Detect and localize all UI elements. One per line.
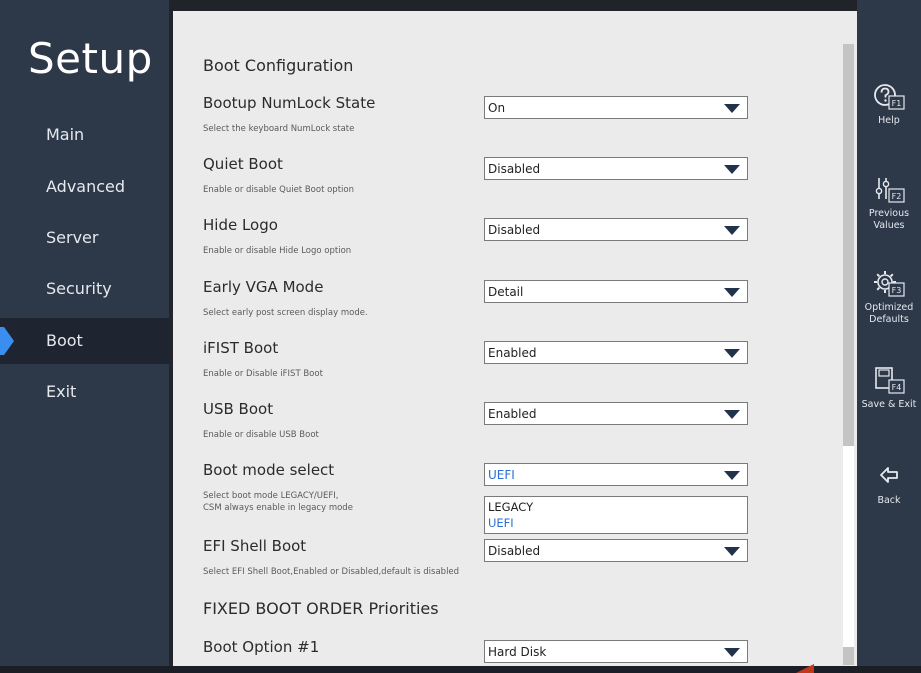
nav-item-server[interactable]: Server bbox=[0, 215, 169, 261]
dropdown-arrow-icon bbox=[724, 165, 740, 174]
help-button[interactable]: F1 Help bbox=[857, 82, 921, 127]
option-label: iFIST Boot bbox=[203, 339, 278, 357]
dropdown-arrow-icon bbox=[724, 349, 740, 358]
select-ifist-boot[interactable]: Enabled bbox=[484, 341, 748, 364]
select-value: Disabled bbox=[488, 544, 540, 558]
select-boot-option-1[interactable]: Hard Disk bbox=[484, 640, 748, 663]
option-label: Boot Option #1 bbox=[203, 638, 319, 656]
nav-item-label: Exit bbox=[46, 369, 76, 415]
optimized-defaults-button[interactable]: F3 Optimized Defaults bbox=[857, 269, 921, 326]
back-button[interactable]: Back bbox=[857, 462, 921, 507]
option-label: Quiet Boot bbox=[203, 155, 283, 173]
active-indicator-arrow bbox=[4, 327, 14, 355]
help-icon: F1 bbox=[872, 82, 906, 112]
dropdown-option-uefi[interactable]: UEFI bbox=[488, 516, 514, 530]
option-label: Early VGA Mode bbox=[203, 278, 323, 296]
back-label: Back bbox=[857, 495, 921, 507]
nav-item-security[interactable]: Security bbox=[0, 266, 169, 312]
option-description: Select EFI Shell Boot,Enabled or Disable… bbox=[203, 566, 459, 578]
option-label: Bootup NumLock State bbox=[203, 94, 375, 112]
option-description: Enable or Disable iFIST Boot bbox=[203, 368, 323, 380]
bottom-bar bbox=[0, 666, 921, 673]
dropdown-arrow-icon bbox=[724, 547, 740, 556]
svg-text:F3: F3 bbox=[892, 286, 902, 295]
select-early-vga-mode[interactable]: Detail bbox=[484, 280, 748, 303]
app-title: Setup bbox=[28, 34, 153, 83]
select-boot-mode[interactable]: UEFI bbox=[484, 463, 748, 486]
select-hide-logo[interactable]: Disabled bbox=[484, 218, 748, 241]
nav-item-label: Advanced bbox=[46, 164, 125, 210]
dropdown-arrow-icon bbox=[724, 648, 740, 657]
function-panel: F1 Help F2 Previous Values F3 Optimized … bbox=[857, 0, 921, 673]
select-value: Detail bbox=[488, 285, 523, 299]
select-value: Enabled bbox=[488, 346, 537, 360]
save-icon: F4 bbox=[872, 366, 906, 396]
help-label: Help bbox=[857, 115, 921, 127]
section-title: Boot Configuration bbox=[203, 56, 353, 75]
select-bootup-numlock[interactable]: On bbox=[484, 96, 748, 119]
option-label: EFI Shell Boot bbox=[203, 537, 306, 555]
dropdown-arrow-icon bbox=[724, 104, 740, 113]
select-value: On bbox=[488, 101, 505, 115]
select-value: UEFI bbox=[488, 468, 515, 482]
save-exit-button[interactable]: F4 Save & Exit bbox=[857, 366, 921, 411]
option-description: Enable or disable Quiet Boot option bbox=[203, 184, 354, 196]
boot-mode-dropdown-list: LEGACY UEFI bbox=[484, 496, 748, 534]
dropdown-arrow-icon bbox=[724, 226, 740, 235]
sliders-icon: F2 bbox=[872, 175, 906, 205]
dropdown-arrow-icon bbox=[724, 410, 740, 419]
select-value: Disabled bbox=[488, 223, 540, 237]
select-usb-boot[interactable]: Enabled bbox=[484, 402, 748, 425]
nav-item-label: Main bbox=[46, 112, 84, 158]
nav-item-label: Security bbox=[46, 266, 112, 312]
previous-values-label: Previous Values bbox=[857, 208, 921, 232]
scrollbar-end bbox=[843, 647, 854, 665]
dropdown-option-legacy[interactable]: LEGACY bbox=[488, 500, 533, 514]
option-label: Boot mode select bbox=[203, 461, 334, 479]
top-strip bbox=[169, 0, 857, 11]
svg-text:F1: F1 bbox=[892, 99, 902, 108]
left-nav: Setup Main Advanced Server Security Boot… bbox=[0, 0, 169, 673]
option-description: Enable or disable Hide Logo option bbox=[203, 245, 351, 257]
option-description: Select early post screen display mode. bbox=[203, 307, 368, 319]
select-quiet-boot[interactable]: Disabled bbox=[484, 157, 748, 180]
select-value: Enabled bbox=[488, 407, 537, 421]
main-panel: Boot Configuration Bootup NumLock State … bbox=[173, 11, 857, 673]
scrollbar-thumb[interactable] bbox=[843, 44, 854, 446]
previous-values-button[interactable]: F2 Previous Values bbox=[857, 175, 921, 232]
corner-indicator bbox=[796, 664, 814, 673]
section-title-fixed-boot-order: FIXED BOOT ORDER Priorities bbox=[203, 599, 439, 618]
save-exit-label: Save & Exit bbox=[857, 399, 921, 411]
option-description: Select boot mode LEGACY/UEFI, CSM always… bbox=[203, 490, 353, 514]
select-efi-shell-boot[interactable]: Disabled bbox=[484, 539, 748, 562]
select-value: Hard Disk bbox=[488, 645, 546, 659]
gear-icon: F3 bbox=[872, 269, 906, 299]
svg-text:F2: F2 bbox=[892, 192, 902, 201]
option-description: Select the keyboard NumLock state bbox=[203, 123, 354, 135]
svg-text:F4: F4 bbox=[892, 383, 902, 392]
nav-item-exit[interactable]: Exit bbox=[0, 369, 169, 415]
nav-item-main[interactable]: Main bbox=[0, 112, 169, 158]
option-description: Enable or disable USB Boot bbox=[203, 429, 319, 441]
optimized-defaults-label: Optimized Defaults bbox=[857, 302, 921, 326]
option-label: Hide Logo bbox=[203, 216, 278, 234]
option-label: USB Boot bbox=[203, 400, 273, 418]
dropdown-arrow-icon bbox=[724, 288, 740, 297]
nav-item-label: Server bbox=[46, 215, 98, 261]
back-arrow-icon bbox=[872, 462, 906, 492]
dropdown-arrow-icon bbox=[724, 471, 740, 480]
nav-item-boot[interactable]: Boot bbox=[0, 318, 169, 364]
nav-item-label: Boot bbox=[46, 318, 83, 364]
select-value: Disabled bbox=[488, 162, 540, 176]
nav-item-advanced[interactable]: Advanced bbox=[0, 164, 169, 210]
